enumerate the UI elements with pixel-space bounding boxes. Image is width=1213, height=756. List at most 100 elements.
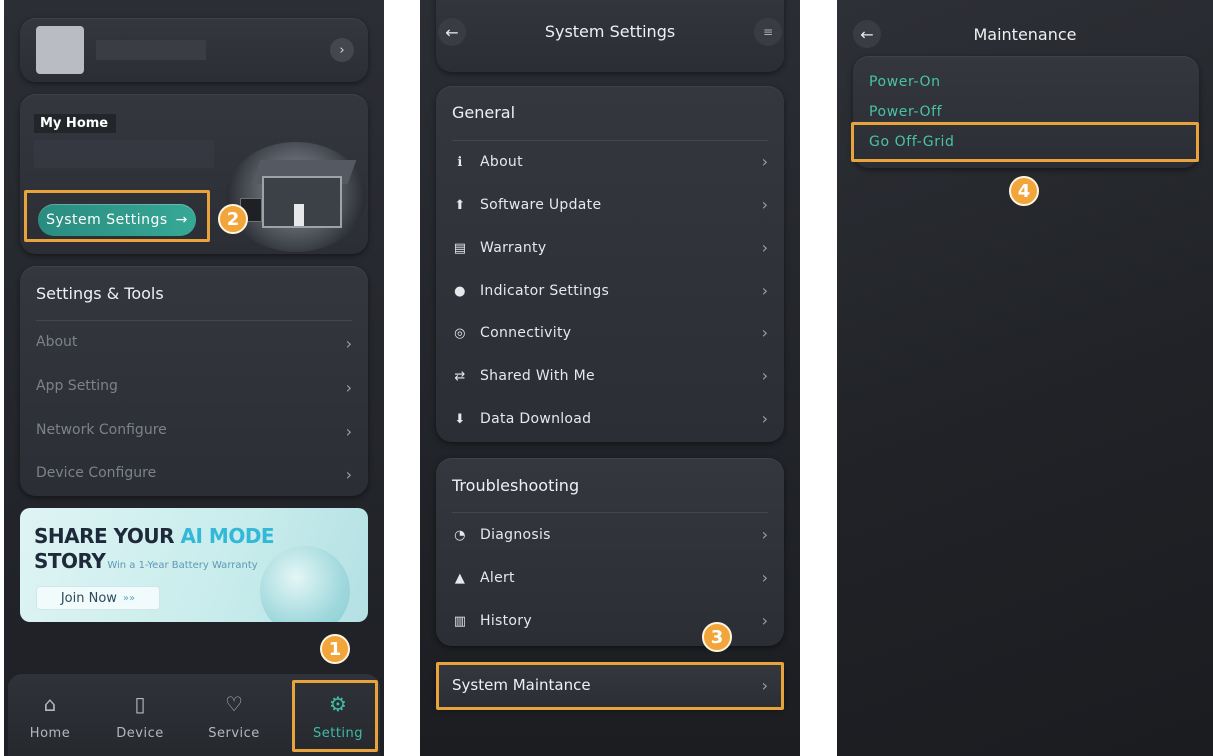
list-item: ▲ Alert bbox=[452, 568, 515, 588]
alert-icon: ▲ bbox=[454, 570, 466, 586]
general-item-indicator-settings[interactable]: ● Indicator Settings › bbox=[436, 279, 784, 303]
step-badge-4: 4 bbox=[1009, 176, 1039, 206]
chevron-right-icon: › bbox=[761, 238, 768, 257]
chevron-right-icon: › bbox=[761, 366, 768, 385]
promo-banner[interactable]: SHARE YOUR AI MODE STORY Win a 1-Year Bat… bbox=[20, 508, 368, 622]
list-item-label: App Setting bbox=[36, 378, 118, 394]
list-item-app-setting[interactable]: App Setting › bbox=[20, 374, 368, 402]
house-door bbox=[294, 204, 304, 226]
connectivity-icon: ◎ bbox=[454, 325, 466, 341]
trouble-item-history[interactable]: ▥ History › bbox=[436, 609, 784, 633]
warranty-icon: ▤ bbox=[453, 240, 467, 256]
list-item-label: Warranty bbox=[480, 240, 547, 256]
tab-label: Device bbox=[116, 726, 164, 741]
list-item-device-configure[interactable]: Device Configure › bbox=[20, 461, 368, 489]
system-maintenance-row[interactable]: System Maintance › bbox=[436, 664, 784, 708]
tab-service[interactable]: ♡ Service bbox=[194, 692, 274, 741]
profile-card[interactable]: › bbox=[20, 18, 368, 82]
settings-screen: › My Home System Settings → 2 Settings &… bbox=[4, 0, 384, 756]
settings-tools-title: Settings & Tools bbox=[36, 284, 164, 303]
promo-headline-2: STORY Win a 1-Year Battery Warranty bbox=[34, 549, 258, 573]
step-badge-1: 1 bbox=[320, 634, 350, 664]
general-title: General bbox=[452, 103, 516, 122]
list-item-label: Diagnosis bbox=[480, 527, 551, 543]
chevron-right-icon: › bbox=[761, 611, 768, 630]
list-item-label: Indicator Settings bbox=[480, 283, 610, 299]
chevron-right-icon: › bbox=[761, 525, 768, 544]
tab-label: Service bbox=[208, 726, 260, 741]
trouble-item-diagnosis[interactable]: ◔ Diagnosis › bbox=[436, 523, 784, 547]
divider bbox=[452, 512, 768, 513]
troubleshooting-title: Troubleshooting bbox=[452, 476, 580, 495]
chevron-right-icon: › bbox=[761, 281, 768, 300]
chevron-right-icon: › bbox=[345, 465, 352, 484]
general-item-software-update[interactable]: ⬆ Software Update › bbox=[436, 193, 784, 217]
gear-icon: ⚙ bbox=[329, 692, 347, 716]
system-settings-label: System Settings bbox=[46, 212, 168, 228]
system-settings-screen: ← System Settings ≡ General ℹ About › ⬆ … bbox=[420, 0, 800, 756]
tab-device[interactable]: ▯ Device bbox=[100, 692, 180, 741]
tab-label: Home bbox=[29, 726, 71, 741]
chevron-right-icon: › bbox=[761, 568, 768, 587]
system-settings-button[interactable]: System Settings → bbox=[38, 204, 196, 236]
step-badge-3: 3 bbox=[702, 622, 732, 652]
divider bbox=[452, 140, 768, 141]
menu-icon[interactable]: ≡ bbox=[754, 18, 782, 46]
chevron-right-icon: › bbox=[345, 378, 352, 397]
list-item-label: Device Configure bbox=[36, 465, 157, 481]
chevron-right-icon: › bbox=[761, 195, 768, 214]
power-on-item[interactable]: Power-On bbox=[869, 74, 941, 90]
list-item-label: Network Configure bbox=[36, 422, 167, 438]
power-off-item[interactable]: Power-Off bbox=[869, 104, 942, 120]
list-item-about[interactable]: About › bbox=[20, 330, 368, 358]
promo-headline: SHARE YOUR AI MODE bbox=[34, 524, 275, 548]
chevron-right-icon: › bbox=[761, 676, 768, 695]
list-item-label: Software Update bbox=[480, 197, 602, 213]
tab-setting[interactable]: ⚙ Setting bbox=[298, 692, 378, 741]
list-item: ◔ Diagnosis bbox=[452, 525, 551, 545]
general-item-shared-with-me[interactable]: ⇄ Shared With Me › bbox=[436, 364, 784, 388]
update-icon: ⬆ bbox=[454, 197, 466, 213]
join-now-label: Join Now bbox=[60, 590, 117, 606]
chevron-right-icon[interactable]: › bbox=[330, 38, 354, 62]
tab-home[interactable]: ⌂ Home bbox=[10, 692, 90, 741]
list-item: ⇄ Shared With Me bbox=[452, 366, 595, 386]
double-arrow-icon: »» bbox=[122, 592, 136, 604]
general-item-data-download[interactable]: ⬇ Data Download › bbox=[436, 407, 784, 431]
list-item: ⬆ Software Update bbox=[452, 195, 601, 215]
page-title: Maintenance bbox=[973, 25, 1077, 44]
home-title: My Home bbox=[34, 114, 116, 133]
chevron-right-icon: › bbox=[345, 334, 352, 353]
home-icon: ⌂ bbox=[43, 692, 57, 716]
list-item-label: Shared With Me bbox=[480, 368, 595, 384]
tab-label: Setting bbox=[312, 726, 364, 741]
go-off-grid-item[interactable]: Go Off-Grid bbox=[869, 134, 955, 150]
chevron-right-icon: › bbox=[761, 323, 768, 342]
avatar bbox=[36, 26, 84, 74]
list-item-network-configure[interactable]: Network Configure › bbox=[20, 418, 368, 446]
list-item-label: Data Download bbox=[480, 411, 592, 427]
chevron-right-icon: › bbox=[761, 409, 768, 428]
list-item-label: Alert bbox=[480, 570, 515, 586]
general-item-warranty[interactable]: ▤ Warranty › bbox=[436, 236, 784, 260]
maintenance-screen: ← Maintenance Power-On Power-Off Go Off-… bbox=[837, 0, 1213, 756]
home-address-placeholder bbox=[34, 140, 214, 168]
step-badge-2: 2 bbox=[218, 204, 248, 234]
chevron-right-icon: › bbox=[761, 152, 768, 171]
trouble-item-alert[interactable]: ▲ Alert › bbox=[436, 566, 784, 590]
divider bbox=[36, 320, 352, 321]
download-icon: ⬇ bbox=[454, 411, 466, 427]
chevron-right-icon: › bbox=[345, 422, 352, 441]
tab-bar: ⌂ Home ▯ Device ♡ Service ⚙ Setting bbox=[8, 674, 380, 756]
list-item: ◎ Connectivity bbox=[452, 323, 571, 343]
arrow-right-icon: → bbox=[175, 212, 188, 228]
indicator-icon: ● bbox=[454, 283, 466, 299]
list-item-label: About bbox=[36, 334, 78, 350]
share-icon: ⇄ bbox=[454, 368, 466, 384]
list-item-label: History bbox=[480, 613, 532, 629]
list-item-label: About bbox=[480, 154, 523, 170]
join-now-button[interactable]: Join Now »» bbox=[36, 586, 160, 610]
general-item-connectivity[interactable]: ◎ Connectivity › bbox=[436, 321, 784, 345]
general-item-about[interactable]: ℹ About › bbox=[436, 150, 784, 174]
list-item: ● Indicator Settings bbox=[452, 281, 609, 301]
